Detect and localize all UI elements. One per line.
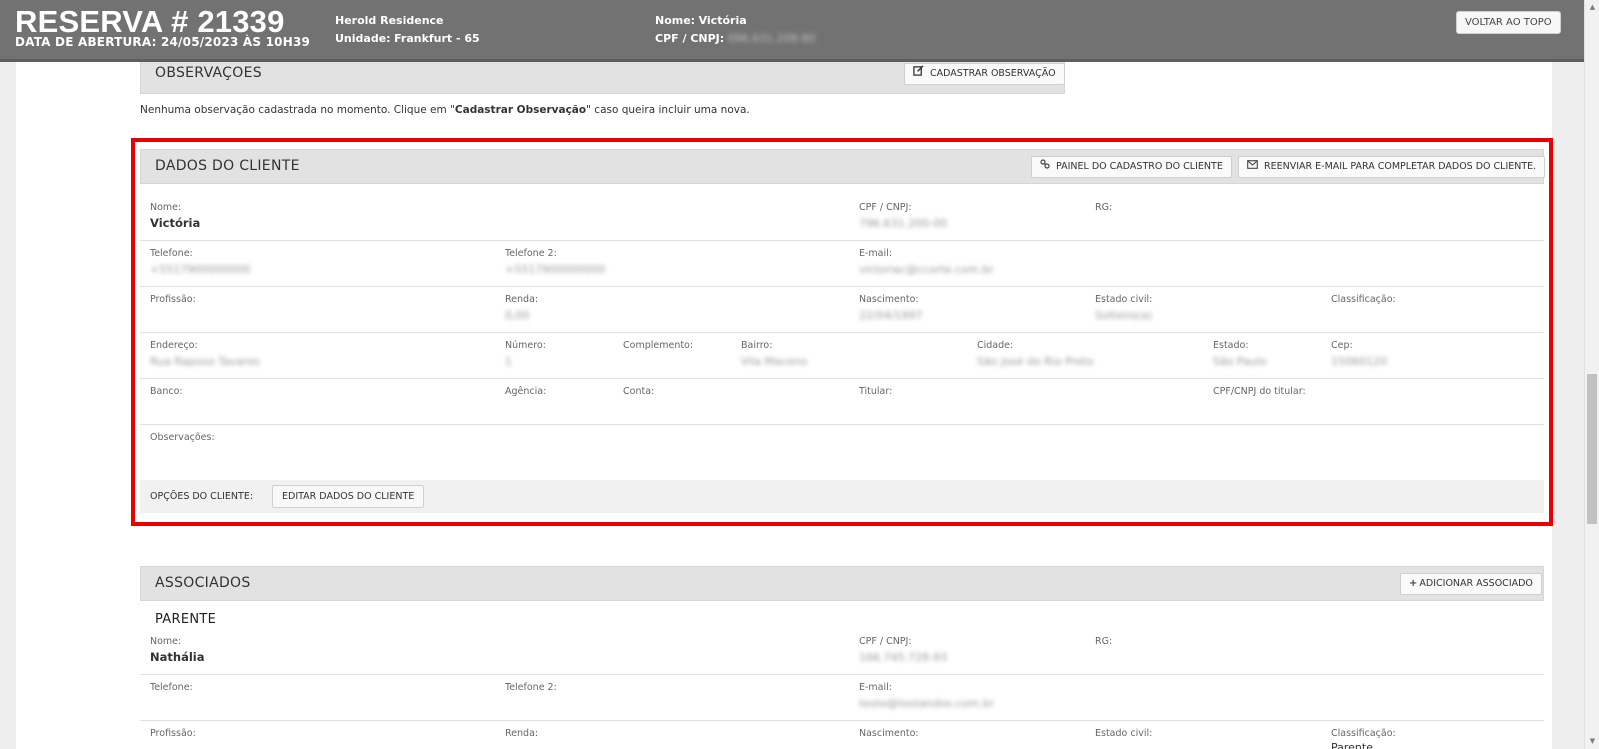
client-options-label: OPÇÕES DO CLIENTE: [150, 491, 254, 502]
unit-info: Unidade: Frankfurt - 65 [335, 32, 480, 45]
client-profession-label: Profissão: [150, 294, 196, 305]
observations-panel-header: OBSERVAÇOES CADASTRAR OBSERVAÇÃO [140, 58, 1065, 94]
add-associate-button[interactable]: + ADICIONAR ASSOCIADO [1400, 573, 1542, 595]
client-data-title: DADOS DO CLIENTE [155, 158, 300, 174]
associate-income-label: Renda: [505, 728, 539, 739]
row-divider [140, 378, 1544, 379]
residence-name: Herold Residence [335, 14, 444, 27]
client-zip-value: 15060120 [1331, 355, 1387, 368]
client-income-value: 0,00 [505, 309, 530, 322]
client-number-value: 1 [505, 355, 512, 368]
back-to-top-button[interactable]: VOLTAR AO TOPO [1456, 11, 1561, 34]
associate-phone-label: Telefone: [150, 682, 193, 693]
client-district-value: Vila Maceno [741, 355, 808, 368]
header-client-cpf: CPF / CNPJ: 096.631.208-80 [655, 32, 816, 45]
client-zip-label: Cep: [1331, 340, 1353, 351]
client-phone2-value: +5517900000000 [505, 263, 606, 276]
client-register-panel-button[interactable]: PAINEL DO CADASTRO DO CLIENTE [1031, 156, 1232, 178]
row-divider [140, 286, 1544, 287]
scroll-up-arrow-icon[interactable]: ▲ [1585, 0, 1599, 15]
client-marital-value: Solteiro(a) [1095, 309, 1153, 322]
client-phone-label: Telefone: [150, 248, 193, 259]
reservation-header: RESERVA # 21339 DATA DE ABERTURA: 24/05/… [0, 0, 1584, 62]
client-state-value: São Paulo [1213, 355, 1267, 368]
observations-empty-note: Nenhuma observação cadastrada no momento… [140, 104, 750, 116]
associate-cpf-value: 166.745.728-93 [859, 651, 947, 664]
client-state-label: Estado: [1213, 340, 1249, 351]
register-observation-button[interactable]: CADASTRAR OBSERVAÇÃO [904, 63, 1065, 85]
client-city-value: São José do Rio Preto [977, 355, 1094, 368]
associate-name-label: Nome: [150, 636, 182, 647]
client-name-value: Victória [150, 216, 201, 230]
header-client-name: Nome: Victória [655, 14, 747, 27]
client-classification-label: Classificação: [1331, 294, 1396, 305]
client-email-value: victoriac@ccorte.com.br [859, 263, 994, 276]
client-name-label: Nome: [150, 202, 182, 213]
associates-title: ASSOCIADOS [155, 575, 251, 591]
client-email-label: E-mail: [859, 248, 892, 259]
client-bank-label: Banco: [150, 386, 183, 397]
associate-classification-label: Classificação: [1331, 728, 1396, 739]
associate-email-value: teste@testandos.com.br [859, 697, 995, 710]
client-city-label: Cidade: [977, 340, 1014, 351]
client-birth-label: Nascimento: [859, 294, 919, 305]
row-divider [140, 720, 1544, 721]
client-district-label: Bairro: [741, 340, 773, 351]
mail-icon [1247, 157, 1258, 177]
edit-client-button[interactable]: EDITAR DADOS DO CLIENTE [272, 485, 425, 508]
client-notes-label: Observações: [150, 432, 215, 443]
client-panel-header: DADOS DO CLIENTE PAINEL DO CADASTRO DO C… [140, 149, 1546, 184]
row-divider [140, 674, 1544, 675]
client-address-label: Endereço: [150, 340, 198, 351]
row-divider [140, 240, 1544, 241]
associate-type-title: PARENTE [155, 612, 217, 627]
associate-name-value: Nathália [150, 650, 205, 664]
client-marital-label: Estado civil: [1095, 294, 1153, 305]
client-address-value: Rua Raposo Tavares [150, 355, 260, 368]
scroll-thumb[interactable] [1587, 374, 1597, 524]
associate-email-label: E-mail: [859, 682, 892, 693]
link-icon [1040, 157, 1050, 177]
client-cpf-label: CPF / CNPJ: [859, 202, 912, 213]
client-phone-value: +5517900000000 [150, 263, 251, 276]
client-cpf-value: 796.631.200-00 [859, 217, 947, 230]
associate-phone2-label: Telefone 2: [505, 682, 557, 693]
scroll-down-arrow-icon[interactable]: ▼ [1585, 734, 1599, 749]
client-holder-label: Titular: [859, 386, 893, 397]
associate-rg-label: RG: [1095, 636, 1113, 647]
client-complement-label: Complemento: [623, 340, 694, 351]
associates-panel-header: ASSOCIADOS + ADICIONAR ASSOCIADO [140, 566, 1544, 601]
client-options-bar: OPÇÕES DO CLIENTE: EDITAR DADOS DO CLIEN… [140, 480, 1544, 513]
client-agency-label: Agência: [505, 386, 547, 397]
row-divider [140, 332, 1544, 333]
associate-marital-label: Estado civil: [1095, 728, 1153, 739]
associate-classification-value: Parente [1331, 741, 1373, 749]
client-number-label: Número: [505, 340, 546, 351]
associate-cpf-label: CPF / CNPJ: [859, 636, 912, 647]
observations-title: OBSERVAÇOES [155, 65, 262, 81]
client-income-label: Renda: [505, 294, 539, 305]
client-holder-cpf-label: CPF/CNPJ do titular: [1213, 386, 1306, 397]
associate-birth-label: Nascimento: [859, 728, 919, 739]
edit-icon [913, 64, 924, 84]
client-rg-label: RG: [1095, 202, 1113, 213]
row-divider [140, 424, 1544, 425]
plus-icon: + [1409, 578, 1418, 589]
vertical-scrollbar[interactable]: ▲ ▼ [1584, 0, 1599, 749]
client-phone2-label: Telefone 2: [505, 248, 557, 259]
resend-email-button[interactable]: REENVIAR E-MAIL PARA COMPLETAR DADOS DO … [1238, 156, 1546, 178]
opening-date: DATA DE ABERTURA: 24/05/2023 ÀS 10H39 [15, 35, 311, 49]
client-account-label: Conta: [623, 386, 655, 397]
client-birth-value: 22/04/1997 [859, 309, 923, 322]
associate-profession-label: Profissão: [150, 728, 196, 739]
